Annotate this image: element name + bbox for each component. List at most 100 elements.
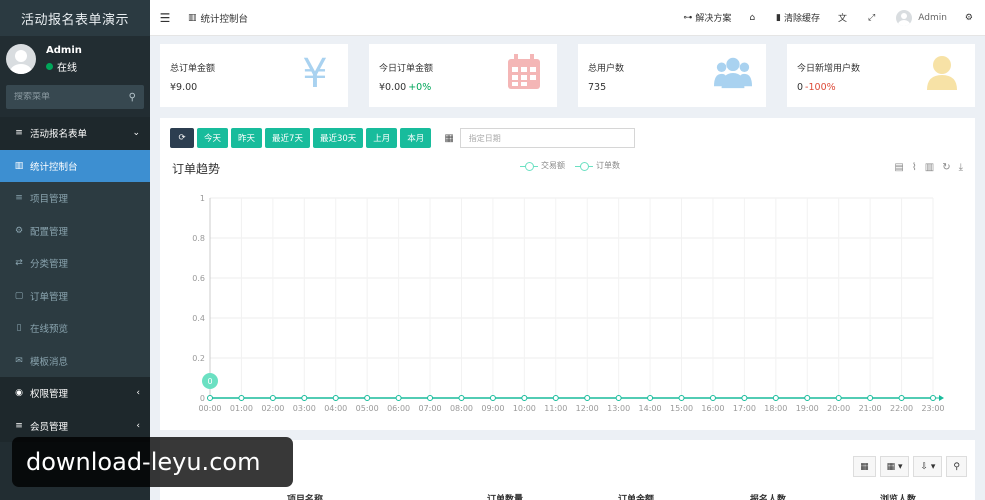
settings-button[interactable]: ⚙ xyxy=(956,13,985,23)
data-point xyxy=(867,395,874,401)
avatar xyxy=(896,9,913,26)
x-tick-label: 15:00 xyxy=(670,404,693,413)
chart-legend: 交易额 订单数 xyxy=(520,160,630,171)
search-button[interactable]: ⚲ xyxy=(946,456,967,477)
data-point xyxy=(489,395,496,401)
topbar-link-0[interactable]: ⊶ 解决方案 xyxy=(674,11,740,25)
legend-marker-icon xyxy=(575,161,593,171)
sidebar-item-6[interactable]: ▯ 在线预览 xyxy=(0,312,150,345)
menu-toggle-icon[interactable]: ☰ xyxy=(150,11,180,25)
menu-search-input[interactable] xyxy=(14,92,114,102)
sort-icon: ⇄ xyxy=(15,258,23,269)
chart-toolbox: ▤ ⌇ ▥ ↻ ⤓ xyxy=(886,162,963,173)
x-tick-label: 06:00 xyxy=(387,404,410,413)
translate-icon: 文 xyxy=(838,14,848,24)
fullscreen-icon: ⤢ xyxy=(868,12,876,23)
filter-button-4[interactable]: 上月 xyxy=(366,128,398,148)
line-chart-icon[interactable]: ⌇ xyxy=(912,162,917,173)
columns-button[interactable]: ▦ ▾ xyxy=(879,456,910,477)
column-header[interactable]: 浏览人数 xyxy=(880,492,916,500)
user-status: 在线 xyxy=(46,59,82,74)
point-marker-label: 0 xyxy=(207,377,212,386)
data-point xyxy=(269,395,276,401)
column-header[interactable]: 订单数量 xyxy=(487,492,523,500)
sidebar-item-3[interactable]: ⚙ 配置管理 xyxy=(0,214,150,247)
data-point xyxy=(615,395,622,401)
card-title: 今日订单金额 xyxy=(379,64,434,74)
date-input[interactable] xyxy=(459,128,635,148)
bar-chart-icon[interactable]: ▥ xyxy=(925,162,934,173)
sidebar-item-8[interactable]: ◉ 权限管理 ‹ xyxy=(0,377,150,410)
topbar: ☰ ▥ 统计控制台 ⊶ 解决方案 ⌂ ▮ 清除缓存文 ⤢ Admin ⚙ xyxy=(150,0,985,36)
user-icon xyxy=(923,53,961,91)
filter-button-1[interactable]: 昨天 xyxy=(231,128,263,148)
card-value: ¥9.00 xyxy=(170,82,198,93)
data-point xyxy=(930,395,936,401)
user-menu[interactable]: Admin xyxy=(887,9,956,26)
stat-card-0: 总订单金额 ¥9.00 ¥ xyxy=(160,44,348,107)
sidebar-item-7[interactable]: ✉ 模板消息 xyxy=(0,344,150,377)
legend-item-0[interactable]: 交易额 xyxy=(520,160,565,171)
order-trend-chart: 0 0.2 0.4 0.6 0.8 1 00:00 01:00 02:00 03:00 04:00 0… xyxy=(192,194,944,413)
y-tick-label: 0.6 xyxy=(192,274,205,283)
search-icon[interactable]: ⚲ xyxy=(129,92,136,103)
x-tick-label: 05:00 xyxy=(356,404,379,413)
column-header[interactable]: 项目名称 xyxy=(287,492,323,500)
legend-label: 交易额 xyxy=(541,161,565,170)
column-header[interactable]: 订单金额 xyxy=(618,492,654,500)
sidebar-item-0[interactable]: ≡ 活动报名表单 ⌄ xyxy=(0,117,150,150)
data-view-icon[interactable]: ▤ xyxy=(894,162,903,173)
x-tick-label: 14:00 xyxy=(639,404,662,413)
legend-label: 订单数 xyxy=(596,161,620,170)
calendar-icon xyxy=(505,53,543,91)
list-icon: ≡ xyxy=(15,420,23,431)
topbar-link-3[interactable]: 文 xyxy=(829,11,859,24)
filter-button-5[interactable]: 本月 xyxy=(400,128,432,148)
filter-button-2[interactable]: 最近7天 xyxy=(265,128,310,148)
export-button[interactable]: ⇩ ▾ xyxy=(913,456,943,477)
sidebar-menu: ≡ 活动报名表单 ⌄ ▥ 统计控制台 ≡ 项目管理 ⚙ 配置管理 ⇄ 分类管理 ▢ 订单管理 ▯ 在线预览 ✉… xyxy=(0,117,150,442)
download-icon[interactable]: ⤓ xyxy=(959,162,963,173)
filter-button-3[interactable]: 最近30天 xyxy=(312,128,364,148)
data-point xyxy=(741,395,748,401)
sidebar-item-4[interactable]: ⇄ 分类管理 xyxy=(0,247,150,280)
table-header: 项目名称 订单数量 订单金额 报名人数 浏览人数 xyxy=(160,492,975,500)
x-tick-label: 10:00 xyxy=(513,404,536,413)
home-icon: ⌂ xyxy=(749,12,756,23)
app-logo[interactable]: 活动报名表单演示 xyxy=(0,0,150,36)
data-point xyxy=(238,395,245,401)
topbar-link-label: 解决方案 xyxy=(695,14,732,24)
tab-label: 统计控制台 xyxy=(200,13,249,25)
column-header[interactable]: 报名人数 xyxy=(750,492,786,500)
topbar-link-2[interactable]: ▮ 清除缓存 xyxy=(767,11,829,25)
topbar-link-4[interactable]: ⤢ xyxy=(859,13,887,23)
tab-dashboard[interactable]: ▥ 统计控制台 xyxy=(180,11,248,25)
sidebar-item-5[interactable]: ▢ 订单管理 xyxy=(0,279,150,312)
sidebar-item-1[interactable]: ▥ 统计控制台 xyxy=(0,149,150,182)
x-tick-label: 18:00 xyxy=(764,404,787,413)
x-tick-label: 19:00 xyxy=(796,404,819,413)
restore-icon[interactable]: ↻ xyxy=(942,162,950,173)
toggle-view-button[interactable]: ▦ xyxy=(853,456,876,477)
data-point xyxy=(301,395,308,401)
topbar-link-1[interactable]: ⌂ xyxy=(740,13,767,23)
filter-button-0[interactable]: 今天 xyxy=(197,128,229,148)
gear-icon: ⚙ xyxy=(14,225,24,236)
sidebar-item-label: 订单管理 xyxy=(30,291,69,303)
topbar-actions: ⊶ 解决方案 ⌂ ▮ 清除缓存文 ⤢ Admin ⚙ xyxy=(674,0,985,35)
x-tick-label: 11:00 xyxy=(544,404,567,413)
legend-item-1[interactable]: 订单数 xyxy=(575,160,620,171)
group-icon xyxy=(714,53,752,91)
data-point xyxy=(647,395,654,401)
x-tick-label: 01:00 xyxy=(230,404,253,413)
user-name: Admin xyxy=(46,44,82,56)
x-tick-label: 09:00 xyxy=(481,404,504,413)
sidebar-item-2[interactable]: ≡ 项目管理 xyxy=(0,182,150,215)
data-point xyxy=(552,395,559,401)
y-tick-label: 0.2 xyxy=(192,354,205,363)
stat-card-1: 今日订单金额 ¥0.00 +0% xyxy=(369,44,557,107)
x-tick-label: 13:00 xyxy=(607,404,630,413)
user-panel: Admin 在线 xyxy=(0,36,150,82)
refresh-button[interactable]: ⟳ xyxy=(170,128,194,148)
card-title: 总用户数 xyxy=(588,64,625,74)
